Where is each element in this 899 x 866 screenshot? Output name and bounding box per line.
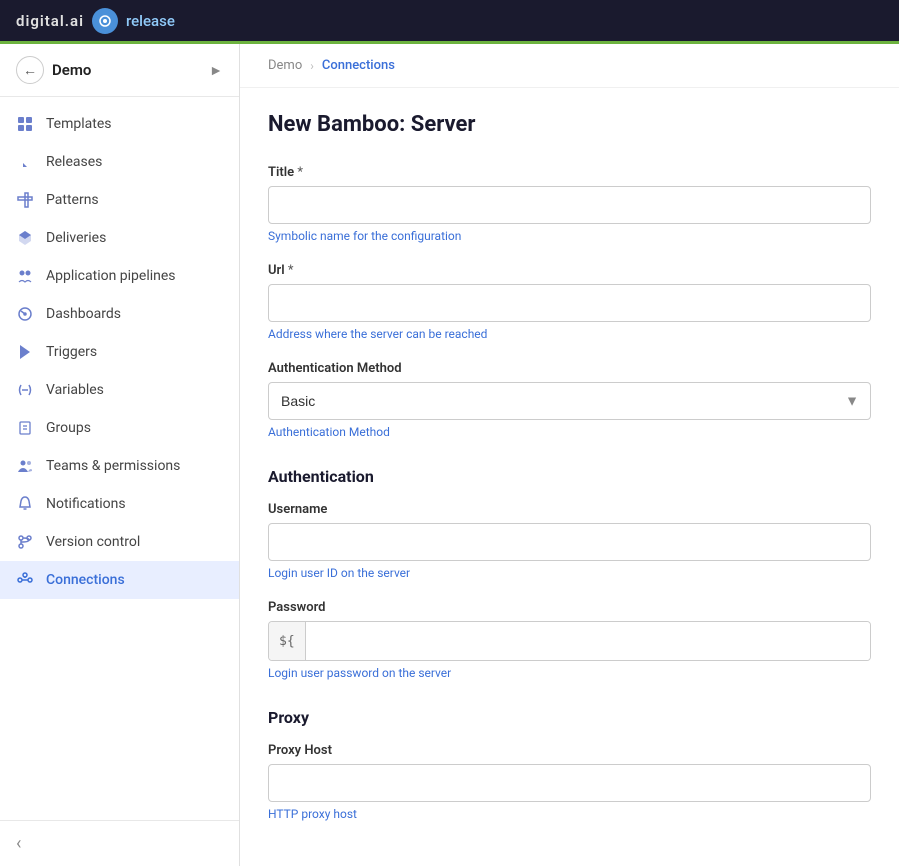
password-label: Password bbox=[268, 600, 871, 615]
sidebar-item-teams-permissions[interactable]: Teams & permissions bbox=[0, 447, 239, 485]
teams-label: Teams & permissions bbox=[46, 458, 180, 474]
username-hint: Login user ID on the server bbox=[268, 566, 871, 580]
password-hint: Login user password on the server bbox=[268, 666, 871, 680]
proxy-host-label: Proxy Host bbox=[268, 743, 871, 758]
proxy-host-hint: HTTP proxy host bbox=[268, 807, 871, 821]
app-pipelines-icon bbox=[16, 267, 34, 285]
sidebar-item-version-control[interactable]: Version control bbox=[0, 523, 239, 561]
templates-icon bbox=[16, 115, 34, 133]
proxy-host-field-group: Proxy Host HTTP proxy host bbox=[268, 743, 871, 821]
groups-icon bbox=[16, 419, 34, 437]
auth-method-group: Authentication Method Basic Token OAuth … bbox=[268, 361, 871, 439]
variables-icon bbox=[16, 381, 34, 399]
breadcrumb-connections[interactable]: Connections bbox=[322, 58, 395, 73]
sidebar-nav: Templates Releases Patterns bbox=[0, 97, 239, 820]
sidebar-item-variables[interactable]: Variables bbox=[0, 371, 239, 409]
proxy-host-input[interactable] bbox=[268, 764, 871, 802]
version-control-label: Version control bbox=[46, 534, 140, 550]
url-input[interactable] bbox=[268, 284, 871, 322]
sidebar-item-dashboards[interactable]: Dashboards bbox=[0, 295, 239, 333]
connections-icon bbox=[16, 571, 34, 589]
breadcrumb-demo[interactable]: Demo bbox=[268, 58, 302, 73]
password-input[interactable] bbox=[306, 622, 870, 660]
authentication-section-title: Authentication bbox=[268, 467, 871, 486]
sidebar-item-application-pipelines[interactable]: Application pipelines bbox=[0, 257, 239, 295]
dashboards-label: Dashboards bbox=[46, 306, 121, 322]
url-label: Url * bbox=[268, 263, 871, 278]
sidebar-item-templates[interactable]: Templates bbox=[0, 105, 239, 143]
sidebar-item-groups[interactable]: Groups bbox=[0, 409, 239, 447]
proxy-section-title: Proxy bbox=[268, 708, 871, 727]
url-hint: Address where the server can be reached bbox=[268, 327, 871, 341]
auth-method-select-wrapper: Basic Token OAuth ▼ bbox=[268, 382, 871, 420]
title-field-group: Title * Symbolic name for the configurat… bbox=[268, 165, 871, 243]
back-button[interactable]: ← bbox=[16, 56, 44, 84]
breadcrumb: Demo › Connections bbox=[240, 44, 899, 88]
sidebar-item-patterns[interactable]: Patterns bbox=[0, 181, 239, 219]
product-name: release bbox=[126, 12, 175, 30]
product-icon bbox=[92, 8, 118, 34]
logo-text: digital.ai bbox=[16, 12, 84, 30]
sidebar-item-connections[interactable]: Connections bbox=[0, 561, 239, 599]
releases-icon bbox=[16, 153, 34, 171]
title-input[interactable] bbox=[268, 186, 871, 224]
releases-label: Releases bbox=[46, 154, 102, 170]
sidebar-item-deliveries[interactable]: Deliveries bbox=[0, 219, 239, 257]
sidebar: ← Demo ► Templates Releases bbox=[0, 44, 240, 866]
main-content: Demo › Connections New Bamboo: Server Ti… bbox=[240, 44, 899, 866]
username-field-group: Username Login user ID on the server bbox=[268, 502, 871, 580]
password-group: ${ bbox=[268, 621, 871, 661]
triggers-icon bbox=[16, 343, 34, 361]
password-prefix: ${ bbox=[269, 622, 306, 660]
variables-label: Variables bbox=[46, 382, 104, 398]
sidebar-item-notifications[interactable]: Notifications bbox=[0, 485, 239, 523]
patterns-icon bbox=[16, 191, 34, 209]
teams-icon bbox=[16, 457, 34, 475]
auth-method-label: Authentication Method bbox=[268, 361, 871, 376]
connections-label: Connections bbox=[46, 572, 125, 588]
page-title: New Bamboo: Server bbox=[268, 112, 871, 137]
app-pipelines-label: Application pipelines bbox=[46, 268, 176, 284]
deliveries-icon bbox=[16, 229, 34, 247]
notifications-icon bbox=[16, 495, 34, 513]
templates-label: Templates bbox=[46, 116, 112, 132]
sidebar-item-releases[interactable]: Releases bbox=[0, 143, 239, 181]
topbar: digital.ai release bbox=[0, 0, 899, 44]
deliveries-label: Deliveries bbox=[46, 230, 106, 246]
dashboards-icon bbox=[16, 305, 34, 323]
form-container: New Bamboo: Server Title * Symbolic name… bbox=[240, 88, 899, 866]
sidebar-collapse-button[interactable]: ‹ bbox=[16, 833, 223, 854]
url-field-group: Url * Address where the server can be re… bbox=[268, 263, 871, 341]
notifications-label: Notifications bbox=[46, 496, 126, 512]
patterns-label: Patterns bbox=[46, 192, 99, 208]
username-label: Username bbox=[268, 502, 871, 517]
groups-label: Groups bbox=[46, 420, 91, 436]
title-hint: Symbolic name for the configuration bbox=[268, 229, 871, 243]
version-control-icon bbox=[16, 533, 34, 551]
app-logo: digital.ai release bbox=[16, 8, 175, 34]
username-input[interactable] bbox=[268, 523, 871, 561]
title-label: Title * bbox=[268, 165, 871, 180]
auth-method-select[interactable]: Basic Token OAuth bbox=[268, 382, 871, 420]
password-field-group: Password ${ Login user password on the s… bbox=[268, 600, 871, 680]
main-layout: ← Demo ► Templates Releases bbox=[0, 44, 899, 866]
breadcrumb-separator: › bbox=[310, 59, 314, 73]
forward-icon: ► bbox=[209, 62, 223, 79]
auth-method-hint: Authentication Method bbox=[268, 425, 871, 439]
sidebar-header[interactable]: ← Demo ► bbox=[0, 44, 239, 97]
sidebar-footer: ‹ bbox=[0, 820, 239, 866]
sidebar-item-triggers[interactable]: Triggers bbox=[0, 333, 239, 371]
triggers-label: Triggers bbox=[46, 344, 97, 360]
sidebar-title: Demo bbox=[52, 61, 201, 79]
